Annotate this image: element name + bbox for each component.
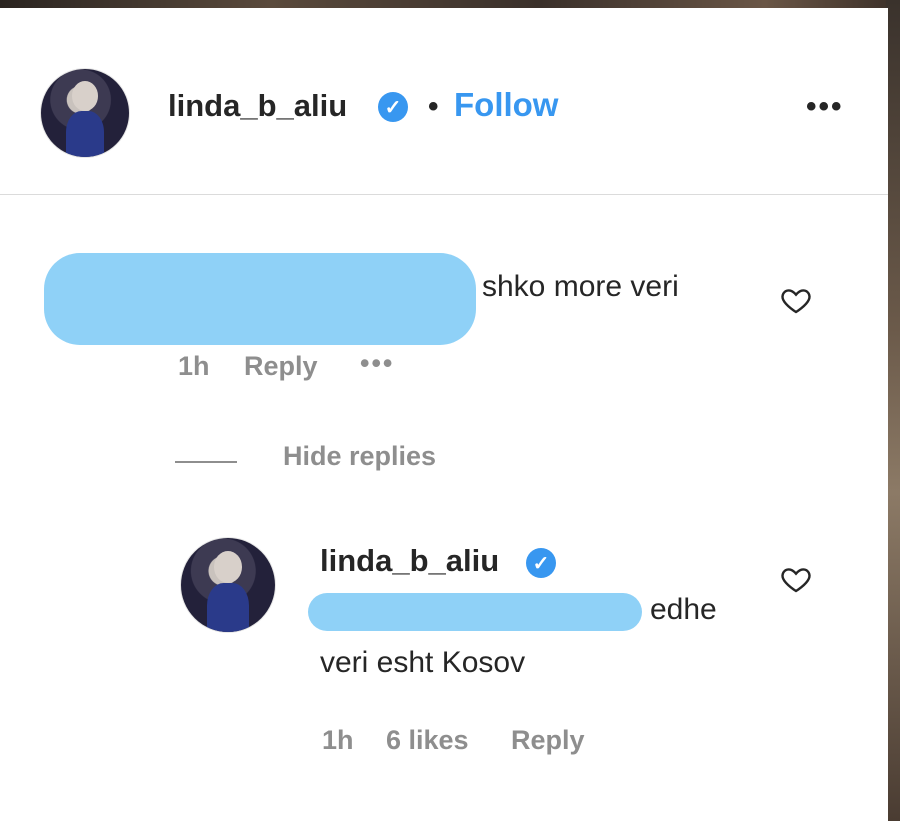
hide-replies-button[interactable]: Hide replies <box>283 441 436 472</box>
background-photo-top <box>0 0 900 8</box>
replies-divider <box>175 461 237 463</box>
verified-badge-icon: ✓ <box>526 548 556 578</box>
background-photo-right <box>886 0 900 821</box>
follow-button[interactable]: Follow <box>454 86 558 124</box>
separator-dot: • <box>428 90 439 123</box>
reply-username[interactable]: linda_b_aliu <box>320 543 499 579</box>
more-options-icon[interactable]: ••• <box>806 92 844 122</box>
reply-text-line1: edhe <box>650 593 717 626</box>
redacted-username <box>44 253 476 345</box>
comments-panel: linda_b_aliu ✓ • Follow ••• shko more ve… <box>0 8 888 821</box>
reply-reply-button[interactable]: Reply <box>511 725 585 756</box>
username[interactable]: linda_b_aliu <box>168 88 347 124</box>
reply-avatar[interactable] <box>180 537 276 633</box>
comment-text: shko more veri <box>482 270 679 303</box>
comment-time: 1h <box>178 351 210 381</box>
reply-button[interactable]: Reply <box>244 351 318 382</box>
heart-icon[interactable] <box>779 284 813 316</box>
verified-badge-icon: ✓ <box>378 92 408 122</box>
redacted-mention <box>308 593 642 631</box>
reply-text-line2: veri esht Kosov <box>320 646 526 679</box>
comment-more-icon[interactable]: ••• <box>360 348 394 379</box>
reply-likes[interactable]: 6 likes <box>386 725 469 756</box>
avatar[interactable] <box>40 68 130 158</box>
reply-time: 1h <box>322 725 354 755</box>
heart-icon[interactable] <box>779 563 813 595</box>
post-header: linda_b_aliu ✓ • Follow ••• <box>0 8 888 195</box>
